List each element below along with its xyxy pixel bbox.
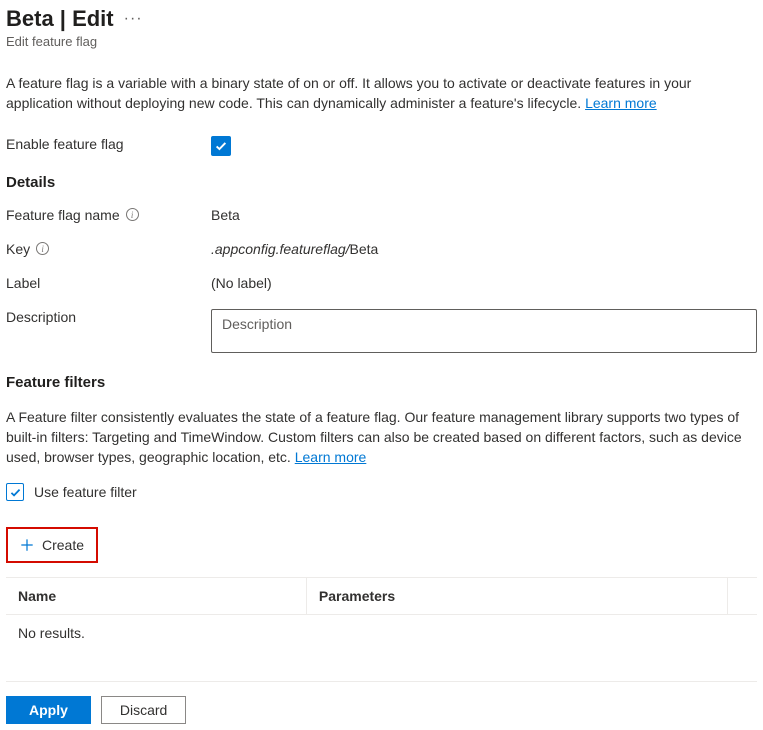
create-button[interactable]: Create bbox=[6, 527, 98, 563]
enable-flag-checkbox[interactable] bbox=[211, 136, 231, 156]
flag-name-value: Beta bbox=[211, 207, 757, 223]
enable-flag-label: Enable feature flag bbox=[6, 136, 211, 152]
key-value: .appconfig.featureflag/Beta bbox=[211, 241, 757, 257]
filters-intro-body: A Feature filter consistently evaluates … bbox=[6, 409, 742, 466]
table-row: No results. bbox=[6, 615, 757, 652]
use-filter-checkbox[interactable] bbox=[6, 483, 24, 501]
table-empty: No results. bbox=[6, 615, 757, 652]
key-prefix: .appconfig.featureflag/ bbox=[211, 241, 350, 257]
plus-icon bbox=[20, 538, 34, 552]
info-icon[interactable]: i bbox=[126, 208, 139, 221]
description-input[interactable] bbox=[211, 309, 757, 353]
filters-table: Name Parameters No results. bbox=[6, 577, 757, 651]
checkmark-icon bbox=[9, 486, 22, 499]
table-col-parameters[interactable]: Parameters bbox=[306, 578, 727, 615]
intro-text: A feature flag is a variable with a bina… bbox=[6, 73, 757, 114]
table-col-name[interactable]: Name bbox=[6, 578, 306, 615]
page-title: Beta | Edit bbox=[6, 6, 114, 32]
use-filter-label: Use feature filter bbox=[34, 484, 137, 500]
flag-name-label: Feature flag name bbox=[6, 207, 120, 223]
label-field-label: Label bbox=[6, 275, 211, 291]
create-button-label: Create bbox=[42, 537, 84, 553]
discard-button[interactable]: Discard bbox=[101, 696, 186, 724]
key-label: Key bbox=[6, 241, 30, 257]
details-heading: Details bbox=[6, 174, 757, 191]
label-field-value: (No label) bbox=[211, 275, 757, 291]
filters-learn-more-link[interactable]: Learn more bbox=[295, 449, 367, 465]
table-col-actions bbox=[727, 578, 757, 615]
checkmark-icon bbox=[214, 139, 228, 153]
key-suffix: Beta bbox=[350, 241, 379, 257]
filters-heading: Feature filters bbox=[6, 374, 757, 391]
intro-learn-more-link[interactable]: Learn more bbox=[585, 95, 657, 111]
more-actions-icon[interactable]: ··· bbox=[124, 10, 143, 28]
filters-intro: A Feature filter consistently evaluates … bbox=[6, 407, 757, 468]
apply-button[interactable]: Apply bbox=[6, 696, 91, 724]
page-subtitle: Edit feature flag bbox=[6, 34, 757, 49]
description-label: Description bbox=[6, 309, 211, 325]
info-icon[interactable]: i bbox=[36, 242, 49, 255]
